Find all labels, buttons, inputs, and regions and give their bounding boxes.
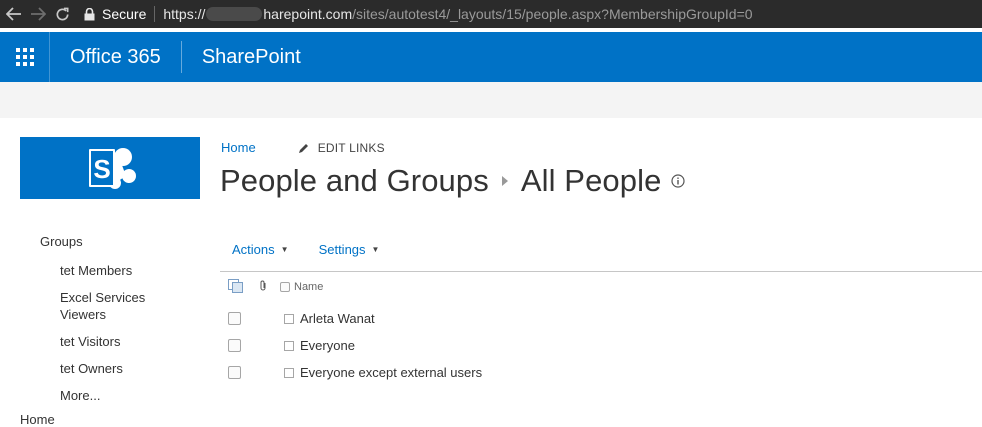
lock-icon [84, 0, 98, 28]
title-people-and-groups[interactable]: People and Groups [220, 163, 489, 199]
presence-box [284, 313, 294, 324]
quick-launch-item[interactable]: Excel Services Viewers [60, 289, 170, 323]
breadcrumb-arrow-icon [501, 176, 508, 186]
sharepoint-logo-icon: S [89, 148, 136, 189]
settings-label: Settings [318, 242, 366, 257]
command-bar: Actions ▼ Settings ▼ [232, 242, 409, 257]
quick-launch-more[interactable]: More... [60, 387, 170, 404]
quick-launch-item[interactable]: tet Members [60, 262, 170, 279]
sharepoint-link[interactable]: SharePoint [202, 46, 301, 69]
row-select-checkbox[interactable] [228, 366, 241, 379]
back-arrow-icon[interactable] [2, 0, 26, 28]
browser-toolbar: Secure https:// harepoint.com /sites/aut… [0, 0, 982, 28]
name-column-header[interactable]: Name [294, 281, 323, 293]
row-name-link[interactable]: Everyone except external users [300, 365, 482, 380]
chevron-down-icon: ▼ [371, 245, 380, 254]
row-select-checkbox[interactable] [228, 339, 241, 352]
url-scheme: https:// [163, 6, 206, 22]
title-all-people: All People [520, 163, 662, 198]
forward-arrow-icon[interactable] [26, 0, 50, 28]
info-icon[interactable] [671, 174, 686, 188]
row-select-checkbox[interactable] [228, 312, 241, 325]
reload-icon[interactable] [50, 0, 74, 28]
office365-link[interactable]: Office 365 [70, 46, 161, 69]
top-nav: Home EDIT LINKS [221, 140, 385, 155]
presence-box [284, 367, 294, 378]
header-checkbox[interactable] [280, 282, 290, 292]
pencil-icon [298, 143, 308, 153]
quick-launch-groups[interactable]: Groups [40, 234, 170, 249]
quick-launch-item[interactable]: tet Owners [60, 360, 170, 377]
svg-text:S: S [93, 154, 110, 184]
url-path: /sites/autotest4/_layouts/15/people.aspx… [352, 6, 753, 22]
site-logo[interactable]: S [20, 137, 200, 199]
presence-box [284, 340, 294, 351]
address-separator [154, 6, 156, 22]
suite-bar: Office 365 SharePoint [0, 32, 982, 82]
row-name-link[interactable]: Arleta Wanat [300, 311, 375, 326]
chevron-down-icon: ▼ [280, 245, 289, 254]
address-bar[interactable]: https:// harepoint.com /sites/autotest4/… [163, 6, 752, 22]
suite-divider [180, 41, 182, 73]
edit-links-button[interactable]: EDIT LINKS [298, 141, 385, 155]
settings-menu[interactable]: Settings ▼ [319, 242, 380, 257]
multi-select-icon[interactable] [228, 278, 246, 296]
url-host: harepoint.com [263, 6, 353, 22]
attachment-icon [259, 280, 269, 295]
list-header: Name [228, 277, 323, 297]
top-nav-home-link[interactable]: Home [221, 140, 256, 155]
command-bar-divider [220, 271, 982, 272]
edit-links-label: EDIT LINKS [317, 140, 385, 155]
secure-label: Secure [102, 6, 147, 22]
quick-launch: Groups tet Members Excel Services Viewer… [40, 234, 170, 414]
actions-menu[interactable]: Actions ▼ [232, 242, 289, 257]
page-title: People and Groups All People [220, 163, 686, 199]
actions-label: Actions [232, 242, 275, 257]
row-name-link[interactable]: Everyone [300, 338, 355, 353]
ribbon-bar [0, 82, 982, 118]
list-item: Arleta Wanat [228, 311, 375, 326]
list-item: Everyone [228, 338, 355, 353]
list-item: Everyone except external users [228, 365, 482, 380]
quick-launch-item[interactable]: tet Visitors [60, 333, 170, 350]
url-redacted [206, 7, 263, 21]
app-launcher-icon[interactable] [0, 32, 50, 82]
